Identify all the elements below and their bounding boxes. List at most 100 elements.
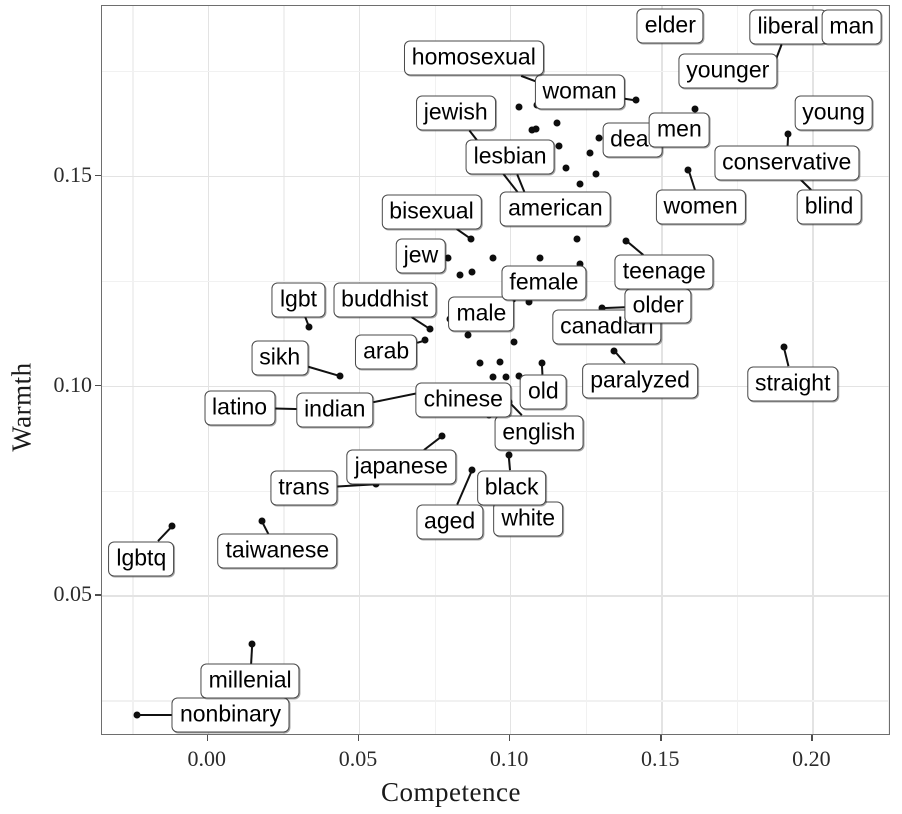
point-label: blind	[796, 189, 862, 225]
point-label: sikh	[251, 340, 309, 376]
data-point-unlabeled	[510, 338, 518, 346]
data-point	[632, 96, 640, 104]
data-point	[168, 522, 176, 530]
data-point	[426, 325, 434, 333]
data-point	[538, 359, 546, 367]
point-label: woman	[534, 74, 625, 110]
point-label: lgbt	[271, 282, 326, 318]
data-point	[505, 451, 513, 459]
x-tick-label: 0.05	[338, 746, 378, 771]
y-tick-mark	[95, 384, 101, 387]
point-label: arab	[355, 334, 418, 370]
gridline-x-major	[510, 6, 512, 734]
x-tick-label: 0.10	[489, 746, 529, 771]
data-point-unlabeled	[464, 331, 472, 339]
data-point	[133, 711, 141, 719]
point-label: english	[494, 415, 584, 451]
data-point	[336, 372, 344, 380]
point-label: homosexual	[403, 40, 544, 76]
point-label: old	[519, 374, 567, 410]
point-label: chinese	[415, 382, 511, 418]
x-tick-label: 0.00	[187, 746, 227, 771]
point-label: paralyzed	[582, 363, 698, 399]
x-tick-mark	[509, 735, 511, 741]
data-point-unlabeled	[573, 235, 581, 243]
gridline-x-minor	[887, 6, 890, 734]
plot-panel: nonbinary millenial lgbtq taiwanese trans age…	[101, 5, 890, 735]
point-label: japanese	[346, 449, 456, 485]
data-point-unlabeled	[562, 164, 570, 172]
point-label: aged	[416, 504, 484, 540]
point-label: male	[448, 296, 515, 332]
point-label: conservative	[714, 145, 860, 181]
data-point-unlabeled	[456, 271, 464, 278]
gridline-y-minor	[102, 280, 889, 283]
y-tick-mark	[95, 594, 101, 596]
x-tick-mark	[357, 735, 360, 741]
data-point-unlabeled	[691, 105, 698, 113]
gridline-y-major	[102, 595, 889, 597]
data-point-unlabeled	[553, 119, 561, 127]
point-label: lgbtq	[108, 541, 175, 577]
data-point	[258, 517, 266, 525]
leader-line	[456, 469, 474, 505]
point-label: elder	[636, 8, 704, 44]
point-label: young	[794, 95, 873, 131]
data-point	[468, 466, 476, 474]
y-axis-title: Warmth	[6, 362, 37, 452]
data-point-unlabeled	[576, 180, 584, 188]
point-label: older	[624, 288, 692, 324]
point-label: lesbian	[465, 139, 555, 175]
data-point-unlabeled	[502, 373, 510, 381]
point-label: men	[649, 112, 710, 148]
data-point-unlabeled	[496, 358, 504, 366]
x-tick-mark	[660, 735, 662, 741]
point-label: younger	[678, 53, 778, 89]
point-label: teenage	[614, 254, 714, 290]
data-point-unlabeled	[592, 170, 600, 178]
point-label: jewish	[415, 95, 496, 131]
point-label: latino	[204, 390, 276, 425]
point-label: trans	[270, 470, 338, 506]
point-label: jew	[395, 238, 447, 274]
data-point	[438, 432, 446, 440]
data-point	[467, 235, 475, 243]
data-point	[684, 166, 692, 174]
point-label: white	[493, 501, 564, 537]
data-point-unlabeled	[489, 254, 497, 262]
point-label: man	[821, 9, 883, 45]
x-axis-title: Competence	[381, 777, 521, 807]
data-point-unlabeled	[476, 359, 484, 367]
point-label: bisexual	[381, 194, 482, 230]
point-label: liberal	[749, 9, 827, 45]
data-point	[622, 237, 630, 245]
leader-line	[307, 365, 341, 377]
data-point-unlabeled	[532, 125, 540, 133]
data-point-unlabeled	[515, 103, 523, 111]
gridline-x-minor	[132, 6, 134, 734]
data-point-unlabeled	[555, 142, 563, 150]
scatter-plot-figure: nonbinary millenial lgbtq taiwanese trans age…	[0, 0, 902, 814]
y-tick-label: 0.05	[53, 581, 93, 607]
point-label: millenial	[200, 663, 300, 699]
point-label: american	[500, 191, 611, 227]
y-tick-label: 0.15	[53, 161, 93, 187]
point-label: female	[501, 265, 587, 301]
point-label: taiwanese	[217, 533, 338, 569]
gridline-x-major	[207, 6, 210, 734]
gridline-x-major	[358, 6, 361, 734]
data-point	[780, 343, 788, 351]
point-label: black	[476, 470, 547, 506]
x-tick-label: 0.20	[792, 746, 831, 771]
data-point-unlabeled	[468, 268, 476, 276]
data-point	[421, 336, 429, 344]
x-tick-label: 0.15	[641, 746, 680, 771]
x-tick-mark	[811, 735, 813, 741]
point-label: indian	[296, 392, 374, 428]
point-label: straight	[747, 366, 839, 402]
y-tick-mark	[95, 174, 101, 177]
x-tick-mark	[206, 735, 209, 741]
data-point	[610, 347, 618, 355]
data-point-unlabeled	[489, 373, 497, 381]
point-label: nonbinary	[171, 697, 289, 733]
